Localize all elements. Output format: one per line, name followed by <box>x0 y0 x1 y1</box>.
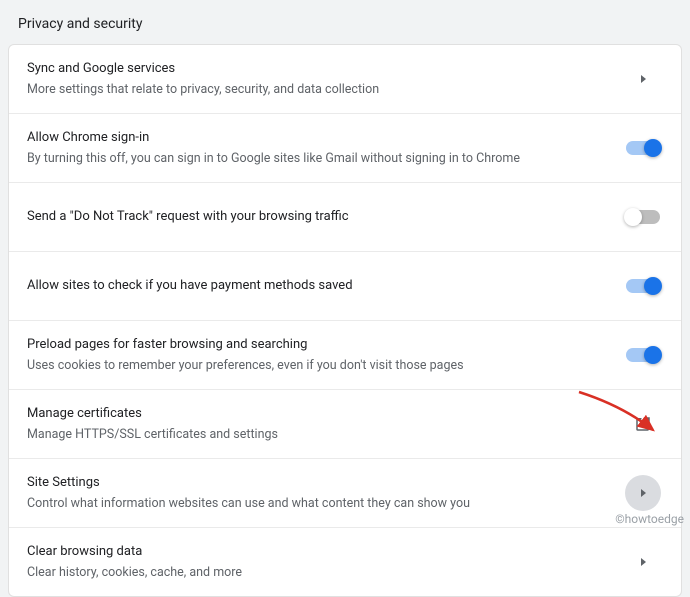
section-header: Privacy and security <box>0 0 690 44</box>
row-title: Allow Chrome sign-in <box>27 129 607 147</box>
row-payment-methods: Allow sites to check if you have payment… <box>9 252 681 321</box>
row-text: Allow Chrome sign-in By turning this off… <box>27 129 623 168</box>
row-subtitle: More settings that relate to privacy, se… <box>27 81 607 99</box>
toggle-payment-methods[interactable] <box>623 266 663 306</box>
settings-card: Sync and Google services More settings t… <box>8 44 682 597</box>
row-text: Allow sites to check if you have payment… <box>27 277 623 295</box>
row-preload-pages: Preload pages for faster browsing and se… <box>9 321 681 390</box>
row-title: Send a "Do Not Track" request with your … <box>27 208 607 226</box>
watermark: ©howtoedge <box>615 512 684 526</box>
external-link-icon <box>623 404 663 444</box>
row-subtitle: Uses cookies to remember your preference… <box>27 357 607 375</box>
row-title: Sync and Google services <box>27 60 607 78</box>
toggle-allow-signin[interactable] <box>623 128 663 168</box>
row-subtitle: By turning this off, you can sign in to … <box>27 150 607 168</box>
chevron-right-icon <box>623 59 663 99</box>
row-clear-browsing-data[interactable]: Clear browsing data Clear history, cooki… <box>9 528 681 596</box>
row-title: Allow sites to check if you have payment… <box>27 277 607 295</box>
row-do-not-track: Send a "Do Not Track" request with your … <box>9 183 681 252</box>
row-manage-certificates[interactable]: Manage certificates Manage HTTPS/SSL cer… <box>9 390 681 459</box>
toggle-preload-pages[interactable] <box>623 335 663 375</box>
row-allow-signin: Allow Chrome sign-in By turning this off… <box>9 114 681 183</box>
chevron-right-icon <box>623 473 663 513</box>
row-site-settings[interactable]: Site Settings Control what information w… <box>9 459 681 528</box>
row-text: Manage certificates Manage HTTPS/SSL cer… <box>27 405 623 444</box>
row-subtitle: Control what information websites can us… <box>27 495 607 513</box>
chevron-right-icon <box>623 542 663 582</box>
row-text: Preload pages for faster browsing and se… <box>27 336 623 375</box>
row-title: Manage certificates <box>27 405 607 423</box>
row-text: Send a "Do Not Track" request with your … <box>27 208 623 226</box>
section-title: Privacy and security <box>18 16 142 32</box>
row-title: Site Settings <box>27 474 607 492</box>
row-text: Clear browsing data Clear history, cooki… <box>27 543 623 582</box>
row-subtitle: Clear history, cookies, cache, and more <box>27 564 607 582</box>
row-text: Site Settings Control what information w… <box>27 474 623 513</box>
row-text: Sync and Google services More settings t… <box>27 60 623 99</box>
row-title: Clear browsing data <box>27 543 607 561</box>
toggle-do-not-track[interactable] <box>623 197 663 237</box>
row-subtitle: Manage HTTPS/SSL certificates and settin… <box>27 426 607 444</box>
row-title: Preload pages for faster browsing and se… <box>27 336 607 354</box>
row-sync-services[interactable]: Sync and Google services More settings t… <box>9 45 681 114</box>
